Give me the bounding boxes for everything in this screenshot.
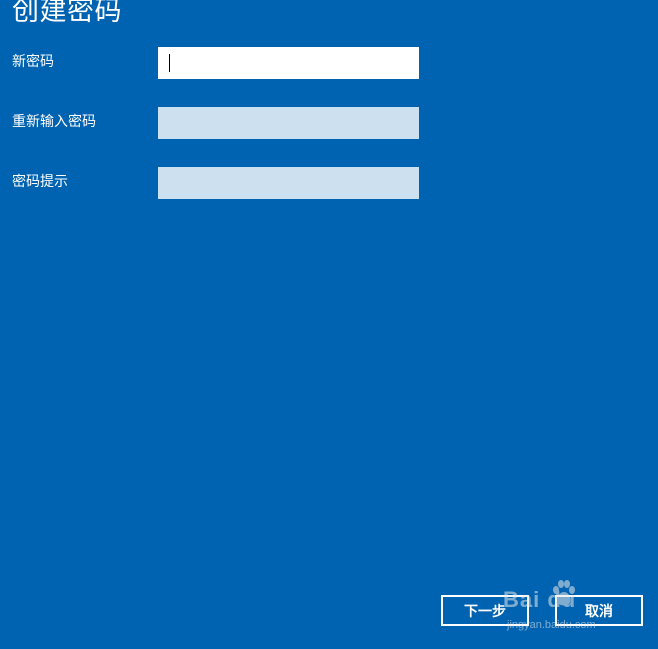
reenter-password-field[interactable] xyxy=(158,107,419,139)
cancel-button[interactable]: 取消 xyxy=(555,595,643,626)
new-password-label: 新密码 xyxy=(12,54,54,70)
next-button[interactable]: 下一步 xyxy=(441,595,529,626)
new-password-field[interactable] xyxy=(158,47,419,79)
text-caret xyxy=(169,54,170,72)
page-title: 创建密码 xyxy=(12,0,122,27)
reenter-password-label: 重新输入密码 xyxy=(12,114,96,130)
password-hint-field[interactable] xyxy=(158,167,419,199)
password-hint-label: 密码提示 xyxy=(12,174,68,190)
